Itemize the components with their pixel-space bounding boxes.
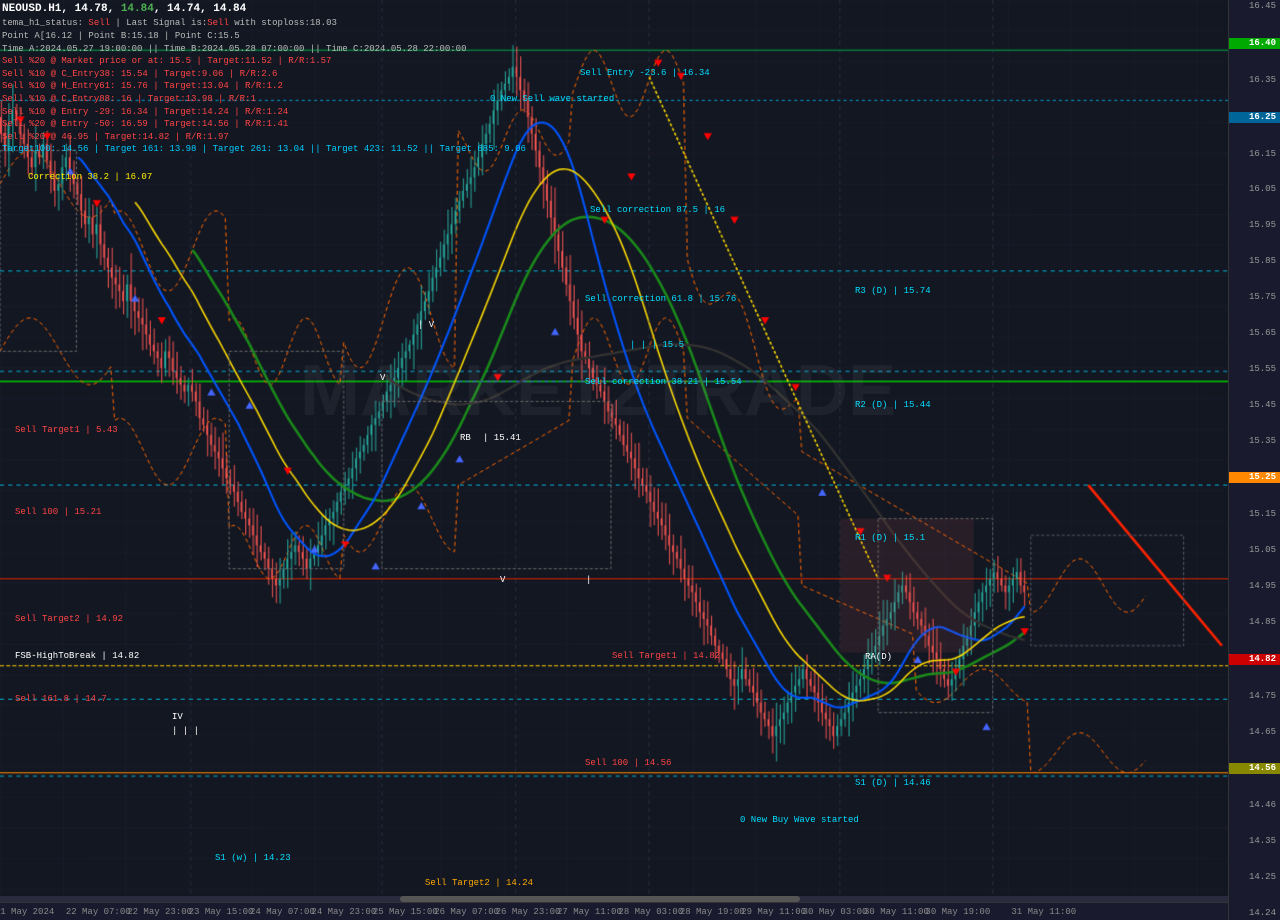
price-14-65: 14.65 [1229, 728, 1280, 737]
price-14-82-highlight: 14.82 [1229, 654, 1280, 665]
time-axis: 21 May 2024 22 May 07:00 22 May 23:00 23… [0, 902, 1228, 920]
time-26may23: 26 May 23:00 [496, 907, 561, 917]
time-25may15: 25 May 15:00 [373, 907, 438, 917]
price-axis: 16.45 16.40 16.35 16.25 16.15 16.05 15.9… [1228, 0, 1280, 920]
price-15-55: 15.55 [1229, 365, 1280, 374]
price-14-95: 14.95 [1229, 582, 1280, 591]
price-15-85: 15.85 [1229, 257, 1280, 266]
sell-line5: Sell %10 @ Entry -29: 16.34 | Target:14.… [2, 106, 526, 119]
price-16-40-highlight: 16.40 [1229, 38, 1280, 49]
price-16-25-highlight: 16.25 [1229, 112, 1280, 123]
time-30may03: 30 May 03:00 [803, 907, 868, 917]
time-21may: 21 May 2024 [0, 907, 54, 917]
price-14-46: 14.46 [1229, 801, 1280, 810]
price-16-35: 16.35 [1229, 76, 1280, 85]
time-31may11: 31 May 11:00 [1011, 907, 1076, 917]
sell-line1: Sell %20 @ Market price or at: 15.5 | Ta… [2, 55, 526, 68]
time-30may19: 30 May 19:00 [925, 907, 990, 917]
time-28may19: 28 May 19:00 [680, 907, 745, 917]
chart-title: NEOUSD.H1, 14.78, 14.84, 14.74, 14.84 [2, 2, 526, 17]
price-14-24: 14.24 [1229, 909, 1280, 918]
time-27may11: 27 May 11:00 [557, 907, 622, 917]
sell-line4: Sell %10 @ C_Entry88: 16 | Target:13.98 … [2, 93, 526, 106]
sell-line6: Sell %20 @ Entry -50: 16.59 | Target:14.… [2, 118, 526, 131]
points-line: Point A[16.12 | Point B:15.18 | Point C:… [2, 30, 526, 43]
price-15-75: 15.75 [1229, 293, 1280, 302]
time-24may07: 24 May 07:00 [250, 907, 315, 917]
horizontal-scrollbar[interactable] [0, 896, 1228, 902]
price-14-25: 14.25 [1229, 873, 1280, 882]
status-line: tema_h1_status: Sell | Last Signal is:Se… [2, 17, 526, 30]
price-14-56-highlight: 14.56 [1229, 763, 1280, 774]
time-29may11: 29 May 11:00 [741, 907, 806, 917]
price-14-85: 14.85 [1229, 618, 1280, 627]
sell-line3: Sell %10 @ H_Entry61: 15.76 | Target:13.… [2, 80, 526, 93]
price-15-65: 15.65 [1229, 329, 1280, 338]
targets-line: Target100: 14.56 | Target 161: 13.98 | T… [2, 143, 526, 156]
time-28may03: 28 May 03:00 [618, 907, 683, 917]
price-16-15: 16.15 [1229, 150, 1280, 159]
price-15-15: 15.15 [1229, 510, 1280, 519]
price-15-25-highlight: 15.25 [1229, 472, 1280, 483]
time-22may23: 22 May 23:00 [127, 907, 192, 917]
header-info: NEOUSD.H1, 14.78, 14.84, 14.74, 14.84 te… [2, 2, 526, 156]
price-14-35: 14.35 [1229, 837, 1280, 846]
price-16-05: 16.05 [1229, 185, 1280, 194]
price-15-05: 15.05 [1229, 546, 1280, 555]
price-15-45: 15.45 [1229, 401, 1280, 410]
scrollbar-thumb[interactable] [400, 896, 800, 902]
time-26may07: 26 May 07:00 [434, 907, 499, 917]
sell-line7: Sell %20 @ 46.95 | Target:14.82 | R/R:1.… [2, 131, 526, 144]
price-15-35: 15.35 [1229, 437, 1280, 446]
times-line: Time A:2024.05.27 19:00:00 || Time B:202… [2, 43, 526, 56]
price-15-95: 15.95 [1229, 221, 1280, 230]
time-30may11: 30 May 11:00 [864, 907, 929, 917]
time-24may23: 24 May 23:00 [311, 907, 376, 917]
price-16-45: 16.45 [1229, 2, 1280, 11]
chart-container: Sell Entry -23.6 | 16.34 0 New Sell wave… [0, 0, 1280, 920]
sell-line2: Sell %10 @ C_Entry38: 15.54 | Target:9.0… [2, 68, 526, 81]
price-14-75: 14.75 [1229, 692, 1280, 701]
time-22may07: 22 May 07:00 [66, 907, 131, 917]
time-23may15: 23 May 15:00 [189, 907, 254, 917]
